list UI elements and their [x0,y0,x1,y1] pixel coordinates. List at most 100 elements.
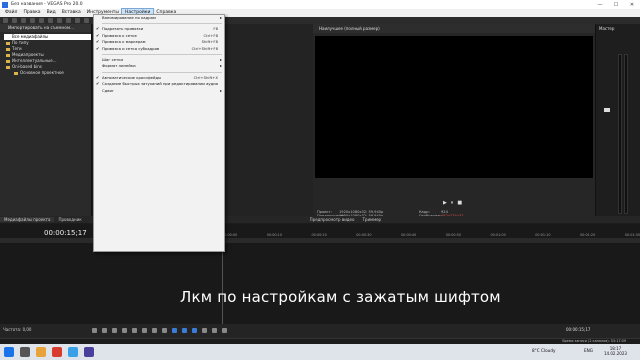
region-icon[interactable] [222,328,227,333]
menu-item-label: Привязка к маркерам [102,39,146,45]
play-from-start-icon[interactable] [112,328,117,333]
go-end-icon[interactable] [162,328,167,333]
vegas-taskbar-icon[interactable] [84,347,94,357]
stop-icon[interactable] [142,328,147,333]
paste-icon[interactable] [66,18,71,23]
preview-toolbar: Наилучшее (полный размер) [313,24,595,33]
undo-icon[interactable] [75,18,80,23]
marker-icon[interactable] [212,328,217,333]
video-caption: Лкм по настройкам с зажатым шифтом [180,288,501,306]
file-explorer-icon[interactable] [36,347,46,357]
menu-separator [102,71,222,73]
telegram-icon[interactable] [68,347,78,357]
play-icon[interactable] [122,328,127,333]
preview-screen [315,36,593,178]
auto-ripple-icon[interactable] [192,328,197,333]
options-menu-item[interactable]: Ванимирование по кадрам ▸ [94,15,224,21]
tree-node-main-project[interactable]: Основное проектное [0,70,91,76]
stop-icon[interactable]: ■ [457,200,462,206]
maximize-button[interactable]: ☐ [608,0,624,9]
menu-view[interactable]: Вид [44,9,59,17]
tab-trimmer[interactable]: Триммер [358,217,385,222]
new-project-icon[interactable] [3,18,8,23]
timeline-timecode: 00:00:15;17 [44,229,87,237]
pause-icon[interactable]: ⏸ [451,200,454,206]
submenu-arrow-icon: ▸ [219,63,222,69]
start-icon[interactable] [4,347,14,357]
edit-tool-icon[interactable] [172,328,177,333]
level-meter-right [624,54,628,214]
weather-widget[interactable]: 8°C Cloudy [532,348,555,353]
tab-explorer[interactable]: Проводник [54,217,85,222]
cut-icon[interactable] [48,18,53,23]
properties-icon[interactable] [39,18,44,23]
search-icon[interactable] [20,347,30,357]
preview-transport: ▶ ⏸ ■ [443,200,462,206]
browser-icon[interactable] [52,347,62,357]
master-fader[interactable] [604,108,610,112]
folder-icon [6,47,10,51]
menu-item-label: Подрезать привязки [102,26,144,32]
transport-controls [92,328,227,333]
folder-icon [6,41,10,45]
system-clock[interactable]: 18:17 14.02.2023 [604,346,627,356]
folder-icon [6,65,10,69]
record-time-status: Время записи (2 каналов): 53:17:09 [562,339,626,343]
redo-icon[interactable] [84,18,89,23]
close-button[interactable]: ✕ [624,0,640,9]
play-icon[interactable]: ▶ [443,200,447,206]
video-preview-panel: Наилучшее (полный размер) ▶ ⏸ ■ Проект: … [313,24,595,222]
go-start-icon[interactable] [152,328,157,333]
folder-icon [6,59,10,63]
options-menu-item[interactable]: Сдвиг ▸ [94,88,224,94]
menu-insert[interactable]: Вставка [59,9,84,17]
level-meter-left [618,54,622,214]
timeline-ruler[interactable]: 00:00:00 00:00:10 00:00:20 00:00:30 00:0… [222,233,640,239]
menu-item-label: Привязка и сетка субкадров [102,45,160,51]
minimize-button[interactable]: — [592,0,608,9]
menu-item-shortcut: Ctrl+Shift+F8 [191,45,218,51]
lock-icon[interactable] [202,328,207,333]
submenu-arrow-icon: ▸ [219,15,222,20]
options-menu-item[interactable]: ✔ Привязка и сетка субкадров Ctrl+Shift+F8 [94,46,224,52]
menu-separator [102,23,222,25]
menu-separator [102,53,222,55]
explorer-panel: Импортировать на съемном... Все медиафай… [0,24,92,222]
menu-item-label: Шаг сетки [102,56,123,62]
window-title: Без названия - VEGAS Pro 20.0 [11,2,83,7]
menu-item-label: Привязка к сетке [102,32,137,38]
explorer-path[interactable]: Импортировать на съемном... [0,24,91,32]
menu-file[interactable]: Файл [2,9,20,17]
folder-tree: Все медиафайлы По типу Теги Медиапроекты… [0,32,91,76]
folder-icon [14,71,18,75]
preview-quality-dropdown[interactable]: Наилучшее (полный размер) [319,26,380,31]
folder-icon [6,53,10,57]
title-bar: Без названия - VEGAS Pro 20.0 — ☐ ✕ [0,0,640,9]
copy-icon[interactable] [57,18,62,23]
open-icon[interactable] [12,18,17,23]
mixer-title: Мастер [599,26,615,31]
menu-item-label: Формат линейки [102,63,136,69]
submenu-arrow-icon: ▸ [219,87,222,93]
window-controls: — ☐ ✕ [592,0,640,9]
record-icon[interactable] [92,328,97,333]
options-dropdown-menu: Ванимирование по кадрам ▸ ✔ Подрезать привя… [93,14,225,252]
taskbar: 8°C Cloudy ENG 18:17 14.02.2023 [0,344,640,360]
tab-project-media[interactable]: Медиафайлы проекта [0,217,55,222]
media-panel [225,24,313,222]
snap-icon[interactable] [182,328,187,333]
options-menu-item[interactable]: Формат линейки ▸ [94,63,224,69]
tab-video-preview[interactable]: Предпросмотр видео [306,217,359,222]
menu-edit[interactable]: Правка [20,9,43,17]
render-icon[interactable] [30,18,35,23]
menu-item-label: Ванимирование по кадрам [102,15,156,20]
save-icon[interactable] [21,18,26,23]
menu-item-label: Создание быстрых затуханий при редактиро… [102,81,219,87]
loop-icon[interactable] [102,328,107,333]
timeline-transport-bar: Частота: 0,00 00:00:15;17 [0,324,640,338]
vegas-app-icon [2,1,8,8]
pause-icon[interactable] [132,328,137,333]
playback-rate: Частота: 0,00 [3,327,32,332]
master-mixer: Мастер Шина мастеринга [595,24,640,222]
language-indicator[interactable]: ENG [584,348,593,353]
